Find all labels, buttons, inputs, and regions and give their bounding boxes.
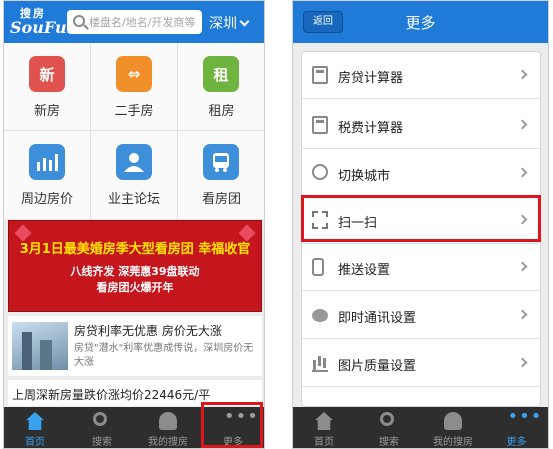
tab-my-soufun[interactable]: 我的搜房 [421, 407, 485, 448]
calculator-icon [312, 66, 328, 84]
news-title: 房贷利率无优惠 房价无大涨 [74, 324, 222, 338]
search-icon [73, 15, 85, 27]
chevron-right-icon [517, 309, 528, 320]
banner-subline: 八线齐发 深莞惠39盘联动 [70, 265, 200, 278]
category-grid: 新 新房 ⇔ 二手房 租 租房 周边房价 业主论坛 看房团 [4, 43, 264, 258]
list-item-label: 切换城市 [338, 169, 391, 184]
tab-label: 首页 [25, 437, 45, 448]
tab-label: 首页 [314, 437, 334, 448]
list-item-push-settings[interactable]: 推送设置 [302, 244, 540, 291]
list-item-label: 房贷计算器 [338, 71, 404, 86]
left-screen: 搜房 SouFun 深圳 新 新房 ⇔ 二手房 租 租房 周边房价 [3, 0, 265, 449]
news-thumbnail [12, 322, 68, 370]
icon-glyph: ⇔ [127, 65, 141, 83]
search-input[interactable] [89, 13, 199, 31]
highlight-more-tab [201, 402, 263, 448]
grid-label: 业主论坛 [107, 192, 160, 207]
city-selector[interactable]: 深圳 [209, 13, 250, 33]
tab-home[interactable]: 首页 [4, 407, 66, 448]
news-description: 房贷"潜水"利率优惠成传说，深圳房价无大涨 [74, 343, 254, 368]
chevron-right-icon [517, 167, 528, 178]
bar-chart-icon [37, 154, 58, 171]
grid-item-owner-forum[interactable]: 业主论坛 [91, 131, 178, 219]
search-icon [380, 412, 394, 426]
icon-glyph: 新 [39, 65, 55, 84]
city-label: 深圳 [209, 16, 237, 32]
calculator-icon [312, 116, 328, 134]
user-icon [159, 412, 177, 430]
top-bar: 返回 更多 [293, 1, 548, 43]
people-icon [124, 153, 144, 172]
grid-label: 周边房价 [20, 192, 73, 207]
grid-item-rent[interactable]: 租 租房 [178, 43, 264, 131]
second-hand-house-icon: ⇔ [116, 56, 152, 92]
grid-item-second-hand[interactable]: ⇔ 二手房 [91, 43, 178, 131]
right-screen: 返回 更多 房贷计算器 税费计算器 切换城市 扫一扫 推送设置 即时通讯设置 图… [292, 0, 549, 449]
top-bar: 搜房 SouFun 深圳 [4, 1, 264, 43]
user-icon [444, 412, 462, 430]
grid-item-nearby-price[interactable]: 周边房价 [4, 131, 91, 219]
nearby-price-chart-icon [29, 144, 65, 180]
list-item-tax-calculator[interactable]: 税费计算器 [302, 102, 540, 149]
news-item[interactable]: 房贷利率无优惠 房价无大涨 房贷"潜水"利率优惠成传说，深圳房价无大涨 [8, 316, 262, 376]
list-item-image-quality[interactable]: 图片质量设置 [302, 340, 540, 387]
chat-icon [312, 309, 328, 322]
owner-forum-icon [116, 144, 152, 180]
icon-glyph: 租 [213, 65, 229, 84]
tab-home[interactable]: 首页 [293, 407, 355, 448]
image-quality-icon [312, 354, 328, 372]
chevron-right-icon [517, 119, 528, 130]
new-house-icon: 新 [29, 56, 65, 92]
grid-label: 租房 [208, 104, 235, 119]
promo-banner[interactable]: 3月1日最美婚房季大型看房团 幸福收官 八线齐发 深莞惠39盘联动 看房团火爆开… [8, 220, 262, 312]
banner-headline: 3月1日最美婚房季大型看房团 幸福收官 [19, 242, 251, 257]
list-item-mortgage-calculator[interactable]: 房贷计算器 [302, 52, 540, 99]
tab-my-soufun[interactable]: 我的搜房 [136, 407, 200, 448]
list-item-switch-city[interactable]: 切换城市 [302, 150, 540, 197]
banner-subline: 看房团火爆开年 [96, 281, 174, 294]
rent-house-icon: 租 [203, 56, 239, 92]
chevron-right-icon [517, 261, 528, 272]
search-icon [93, 412, 107, 426]
home-icon [26, 412, 44, 430]
grid-label: 看房团 [201, 192, 241, 207]
tab-label: 搜索 [379, 437, 399, 448]
chevron-right-icon [517, 357, 528, 368]
viewing-bus-icon [203, 144, 239, 180]
home-icon [315, 412, 333, 430]
bottom-tab-bar: 首页 搜索 我的搜房 ••• 更多 [293, 407, 548, 449]
page-title: 更多 [405, 14, 436, 32]
chevron-down-icon [239, 16, 250, 27]
tab-label: 我的搜房 [148, 437, 188, 448]
phone-icon [312, 258, 324, 276]
switch-city-icon [312, 164, 328, 180]
tab-more[interactable]: ••• 更多 [485, 407, 548, 449]
list-item-label: 即时通讯设置 [338, 311, 417, 326]
tab-search[interactable]: 搜索 [357, 407, 421, 448]
chevron-right-icon [517, 69, 528, 80]
bus-icon [213, 153, 229, 172]
list-item-label: 图片质量设置 [338, 359, 417, 374]
list-item-im-settings[interactable]: 即时通讯设置 [302, 292, 540, 339]
grid-label: 二手房 [114, 104, 154, 119]
list-item-label: 推送设置 [338, 263, 391, 278]
grid-item-viewing-tour[interactable]: 看房团 [178, 131, 264, 219]
search-box[interactable] [67, 10, 202, 34]
grid-label: 新房 [33, 104, 60, 119]
tab-label: 我的搜房 [433, 437, 473, 448]
soufun-logo: 搜房 SouFun [10, 5, 78, 39]
tab-label: 搜索 [92, 437, 112, 448]
grid-item-new-house[interactable]: 新 新房 [4, 43, 91, 131]
more-icon: ••• [507, 406, 543, 427]
tab-search[interactable]: 搜索 [70, 407, 134, 448]
highlight-scan-item [301, 195, 541, 242]
list-item-label: 税费计算器 [338, 121, 404, 136]
tab-label: 更多 [506, 437, 527, 448]
